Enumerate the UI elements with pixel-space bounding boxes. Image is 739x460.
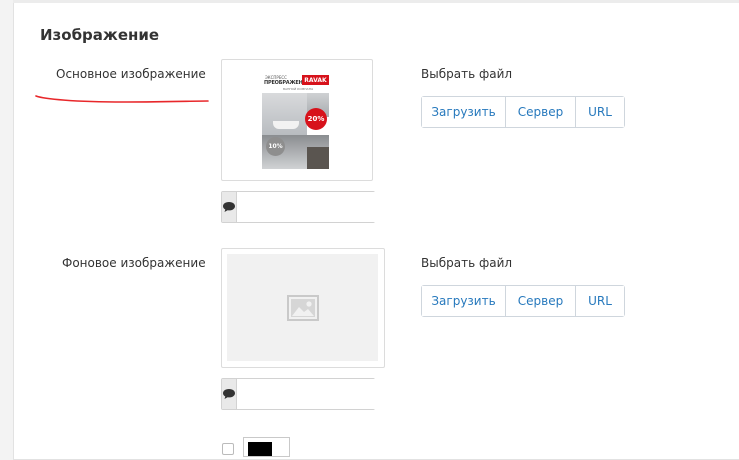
background-image-label: Фоновое изображение — [62, 256, 206, 270]
promo-thumbnail: ЭКСПРЕСС ПРЕОБРАЖЕНИЕ RAVAK ВАННОЙ КОМНА… — [261, 73, 331, 169]
background-server-button[interactable]: Сервер — [506, 286, 576, 316]
background-caption-input[interactable] — [237, 379, 399, 409]
comment-icon — [222, 379, 237, 409]
background-caption-field — [221, 378, 399, 410]
comment-icon — [222, 192, 237, 222]
main-server-button[interactable]: Сервер — [506, 97, 576, 127]
color-swatch-picker[interactable] — [243, 437, 290, 457]
color-swatch-fill — [248, 442, 272, 456]
main-choose-file-label: Выбрать файл — [421, 67, 513, 81]
background-choose-file-label: Выбрать файл — [421, 256, 513, 270]
discount-badge-small: 10% — [266, 137, 285, 156]
color-checkbox[interactable] — [222, 443, 234, 455]
top-divider — [13, 0, 739, 3]
background-url-button[interactable]: URL — [576, 286, 624, 316]
main-url-button[interactable]: URL — [576, 97, 624, 127]
bathroom-photo-4 — [307, 147, 329, 169]
main-image-label: Основное изображение — [56, 67, 206, 81]
main-upload-button[interactable]: Загрузить — [422, 97, 506, 127]
promo-line-3: ВАННОЙ КОМНАТЫ — [283, 87, 314, 91]
main-caption-field — [221, 191, 399, 223]
brand-logo: RAVAK — [302, 75, 329, 85]
red-underline-annotation — [35, 95, 209, 103]
main-image-preview[interactable]: ЭКСПРЕСС ПРЕОБРАЖЕНИЕ RAVAK ВАННОЙ КОМНА… — [221, 59, 373, 181]
background-image-preview[interactable] — [221, 248, 385, 368]
image-placeholder — [227, 254, 378, 361]
image-placeholder-icon — [286, 294, 319, 321]
main-caption-input[interactable] — [237, 192, 399, 222]
bathtub-shape — [273, 121, 299, 129]
background-upload-button[interactable]: Загрузить — [422, 286, 506, 316]
section-title: Изображение — [40, 26, 160, 44]
discount-badge-big: 20% — [305, 108, 327, 130]
main-upload-button-group: Загрузить Сервер URL — [421, 96, 625, 128]
background-upload-button-group: Загрузить Сервер URL — [421, 285, 625, 317]
